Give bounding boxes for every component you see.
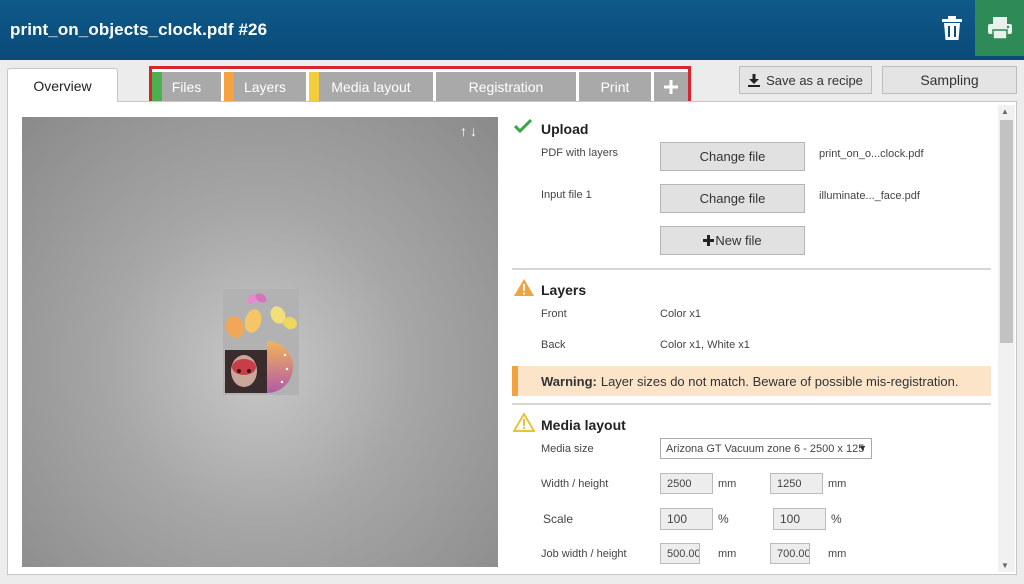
pdf-file-name: print_on_o...clock.pdf bbox=[819, 148, 924, 160]
change-pdf-button[interactable]: Change file bbox=[660, 142, 805, 171]
job-size-label: Job width / height bbox=[541, 548, 627, 560]
tab-label: Files bbox=[171, 78, 202, 95]
app-header: print_on_objects_clock.pdf #26 bbox=[0, 0, 1024, 60]
printer-icon bbox=[987, 17, 1012, 40]
unit-label: % bbox=[831, 512, 842, 526]
back-label: Back bbox=[541, 339, 566, 351]
layers-heading: Layers bbox=[541, 282, 587, 298]
pdf-layers-label: PDF with layers bbox=[541, 147, 619, 159]
check-icon bbox=[514, 119, 532, 133]
front-value: Color x1 bbox=[660, 308, 701, 320]
plus-icon bbox=[664, 79, 678, 94]
media-size-value: Arizona GT Vacuum zone 6 - 2500 x 125 bbox=[666, 442, 865, 455]
job-height-field[interactable]: 700.00 bbox=[770, 543, 810, 564]
tab-label: Layers bbox=[243, 78, 287, 95]
add-step-button[interactable] bbox=[654, 72, 688, 101]
save-as-recipe-button[interactable]: Save as a recipe bbox=[739, 66, 872, 94]
flip-arrows-icon[interactable]: ↑↓ bbox=[460, 123, 480, 139]
tab-media-layout[interactable]: Media layout bbox=[309, 72, 433, 101]
tab-label: Print bbox=[600, 78, 630, 95]
tab-label: Registration bbox=[468, 78, 544, 95]
upload-heading: Upload bbox=[541, 121, 589, 137]
media-width-field[interactable]: 2500 bbox=[660, 473, 713, 494]
input-file-label: Input file 1 bbox=[541, 189, 592, 201]
unit-label: mm bbox=[718, 548, 737, 560]
divider bbox=[512, 268, 991, 270]
layer-warning: Warning: Layer sizes do not match. Bewar… bbox=[512, 366, 991, 396]
media-height-field[interactable]: 1250 bbox=[770, 473, 823, 494]
sampling-button[interactable]: Sampling bbox=[882, 66, 1017, 94]
front-label: Front bbox=[541, 308, 567, 320]
step-indicator bbox=[579, 72, 589, 101]
unit-label: mm bbox=[828, 548, 847, 560]
scale-x-field[interactable]: 100 bbox=[660, 508, 713, 530]
delete-button[interactable] bbox=[930, 0, 974, 56]
new-file-label: New file bbox=[715, 233, 762, 248]
trash-icon bbox=[942, 16, 962, 40]
input-file-name: illuminate..._face.pdf bbox=[819, 190, 920, 202]
scrollbar-thumb[interactable] bbox=[1000, 120, 1013, 343]
download-icon bbox=[748, 73, 761, 87]
scale-y-field[interactable]: 100 bbox=[773, 508, 826, 530]
save-recipe-label: Save as a recipe bbox=[766, 72, 863, 88]
job-settings: Upload PDF with layers Change file print… bbox=[510, 112, 994, 572]
warning-prefix: Warning: bbox=[541, 373, 597, 389]
step-indicator bbox=[436, 72, 446, 101]
media-size-label: Media size bbox=[541, 443, 594, 455]
change-input-file-button[interactable]: Change file bbox=[660, 184, 805, 213]
back-value: Color x1, White x1 bbox=[660, 339, 750, 351]
warning-icon bbox=[513, 413, 535, 432]
scroll-up-icon[interactable]: ▲ bbox=[1001, 107, 1009, 116]
plus-icon bbox=[703, 235, 715, 246]
scroll-down-icon[interactable]: ▼ bbox=[1001, 561, 1009, 570]
tab-layers[interactable]: Layers bbox=[224, 72, 306, 101]
print-button[interactable] bbox=[975, 0, 1024, 56]
page-title: print_on_objects_clock.pdf #26 bbox=[10, 20, 268, 39]
tab-files[interactable]: Files bbox=[152, 72, 221, 101]
scale-label: Scale bbox=[543, 512, 574, 526]
warning-text: Layer sizes do not match. Beware of poss… bbox=[600, 373, 959, 389]
width-height-label: Width / height bbox=[541, 478, 609, 490]
tab-print[interactable]: Print bbox=[579, 72, 651, 101]
step-indicator bbox=[152, 72, 162, 101]
step-indicator bbox=[309, 72, 319, 101]
warning-icon bbox=[514, 279, 534, 296]
tab-registration[interactable]: Registration bbox=[436, 72, 576, 101]
step-bar: Files Layers Media layout Registration P… bbox=[149, 66, 691, 104]
media-layout-heading: Media layout bbox=[541, 417, 626, 433]
tab-overview[interactable]: Overview bbox=[7, 68, 118, 102]
step-indicator bbox=[224, 72, 234, 101]
artwork-thumbnail bbox=[223, 289, 299, 395]
unit-label: mm bbox=[718, 478, 737, 490]
unit-label: % bbox=[718, 512, 729, 526]
new-file-button[interactable]: New file bbox=[660, 226, 805, 255]
media-size-select[interactable]: Arizona GT Vacuum zone 6 - 2500 x 125 ▼ bbox=[660, 438, 872, 459]
tab-label: Media layout bbox=[331, 78, 411, 95]
caret-down-icon: ▼ bbox=[858, 443, 867, 453]
unit-label: mm bbox=[828, 478, 847, 490]
job-width-field[interactable]: 500.00 bbox=[660, 543, 700, 564]
divider bbox=[512, 403, 991, 405]
